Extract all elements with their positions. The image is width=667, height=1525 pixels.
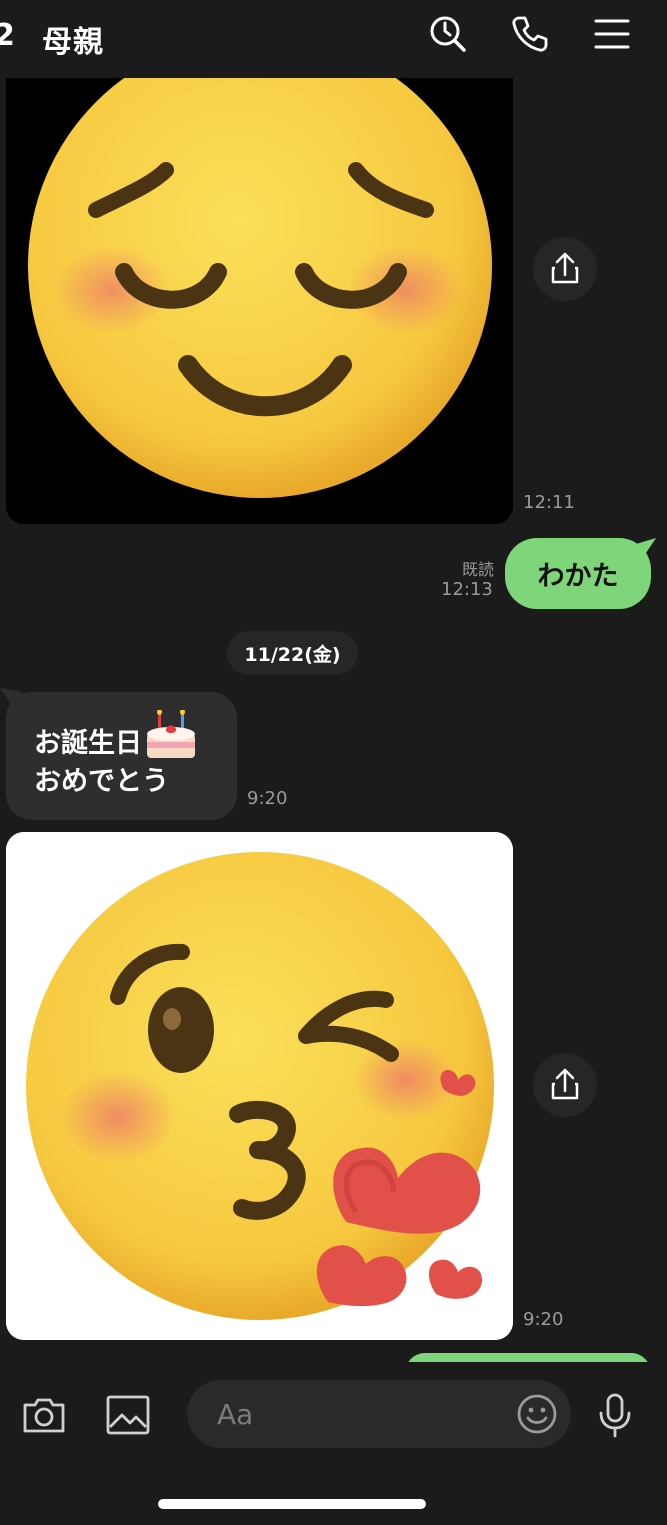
search-icon[interactable] <box>428 14 468 54</box>
face-blowing-kiss-emoji-image <box>6 832 513 1340</box>
bubble-tail <box>636 538 656 556</box>
back-unread-count[interactable]: 2 <box>0 18 15 53</box>
home-indicator <box>158 1499 426 1509</box>
image-message-kissing-face[interactable] <box>6 832 513 1340</box>
message-time: 9:20 <box>247 788 288 809</box>
date-separator: 11/22(金) <box>227 631 358 675</box>
share-icon[interactable] <box>533 237 597 301</box>
camera-icon[interactable] <box>20 1391 68 1439</box>
menu-icon[interactable] <box>592 14 632 54</box>
relieved-face-emoji-image <box>6 40 513 524</box>
microphone-icon[interactable] <box>591 1391 639 1439</box>
message-time: 12:13 <box>441 579 493 600</box>
share-icon[interactable] <box>533 1053 597 1117</box>
message-time: 12:11 <box>523 492 575 513</box>
chat-header: 2 母親 <box>0 0 667 78</box>
outgoing-message-bubble[interactable]: わかた <box>505 538 651 609</box>
read-receipt: 既読 <box>461 560 494 579</box>
message-time: 9:20 <box>523 1309 564 1330</box>
emoji-icon[interactable] <box>513 1390 561 1438</box>
image-message-relieved-face[interactable] <box>6 40 513 524</box>
image-icon[interactable] <box>104 1391 152 1439</box>
message-input[interactable] <box>217 1390 507 1438</box>
message-text: わかた <box>537 561 619 592</box>
message-line-2: おめでとう <box>34 766 169 797</box>
birthday-cake-emoji-icon <box>147 709 195 758</box>
message-text: お誕生日 <box>34 728 142 759</box>
incoming-message-bubble[interactable]: お誕生日🎂 おめでとう <box>6 692 237 820</box>
message-input-field[interactable] <box>187 1380 571 1448</box>
date-text: 11/22(金) <box>244 643 341 666</box>
message-line-1: お誕生日🎂 <box>34 709 211 763</box>
phone-icon[interactable] <box>510 14 550 54</box>
chat-title: 母親 <box>42 25 104 60</box>
